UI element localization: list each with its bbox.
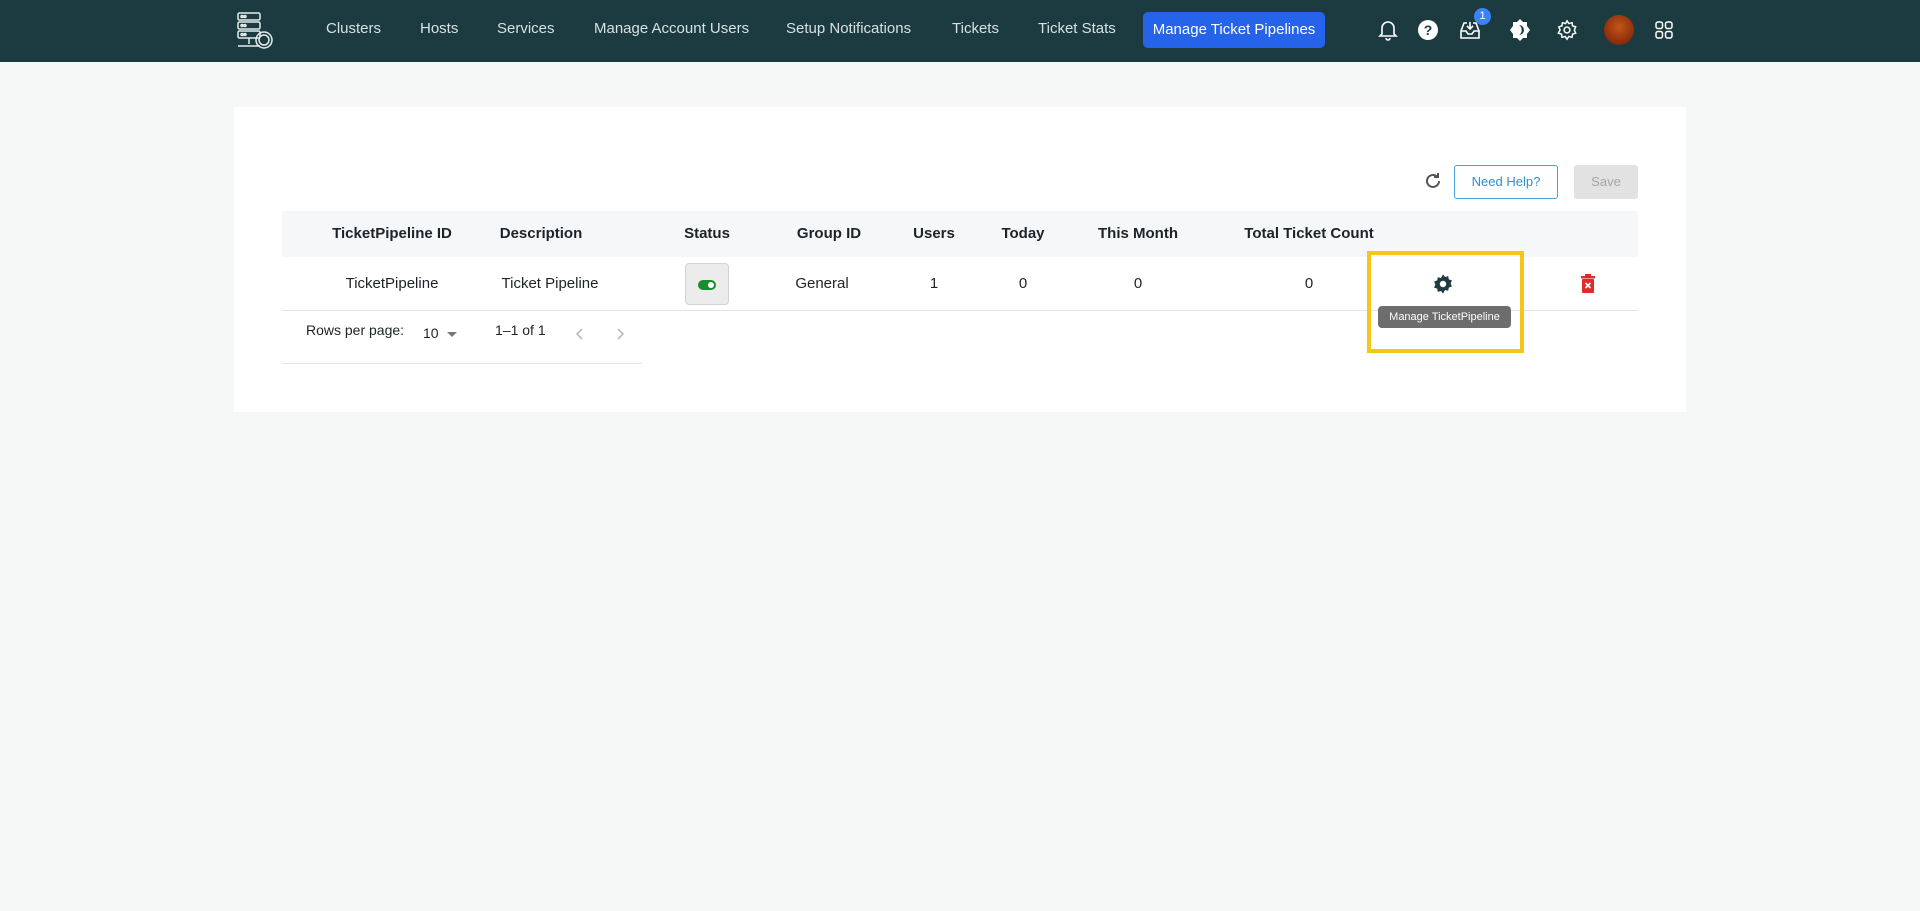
highlight-box [1367,251,1524,353]
need-help-button[interactable]: Need Help? [1454,165,1558,199]
rows-per-page-label: Rows per page: [306,322,405,338]
refresh-icon[interactable] [1422,170,1444,192]
cell-this-month: 0 [1133,275,1143,292]
next-page-icon[interactable] [612,326,628,342]
nav-hosts[interactable]: Hosts [420,20,458,37]
rows-per-page-select[interactable]: 10 [423,325,457,341]
top-navbar: Clusters Hosts Services Manage Account U… [0,0,1920,62]
cell-today: 0 [1018,275,1028,292]
rows-per-page-value: 10 [423,325,439,341]
status-toggle-button[interactable] [685,263,729,305]
settings-icon[interactable] [1554,17,1580,43]
save-button[interactable]: Save [1574,165,1638,199]
col-today[interactable]: Today [1001,225,1044,242]
theme-toggle-icon[interactable] [1507,17,1533,43]
nav-clusters[interactable]: Clusters [326,20,381,37]
pagination: Rows per page: 10 1–1 of 1 [282,311,642,364]
logo-icon[interactable] [236,10,274,50]
nav-tickets[interactable]: Tickets [952,20,999,37]
toggle-on-icon [698,280,716,290]
prev-page-icon[interactable] [572,326,588,342]
col-description[interactable]: Description [500,225,583,242]
page-range: 1–1 of 1 [495,322,546,338]
cell-total: 0 [1304,275,1314,292]
bell-icon[interactable] [1375,17,1401,43]
apps-grid-icon[interactable] [1651,17,1677,43]
col-status[interactable]: Status [684,225,730,242]
manage-pipeline-gear-icon[interactable] [1432,273,1454,295]
col-ticketpipeline-id[interactable]: TicketPipeline ID [332,225,452,242]
nav-services[interactable]: Services [497,20,555,37]
avatar[interactable] [1604,15,1634,45]
cell-description: Ticket Pipeline [501,275,599,292]
tooltip: Manage TicketPipeline [1378,306,1511,328]
nav-manage-ticket-pipelines[interactable]: Manage Ticket Pipelines [1143,12,1325,48]
nav-manage-account-users[interactable]: Manage Account Users [594,20,749,37]
inbox-badge: 1 [1474,8,1491,25]
nav-ticket-stats[interactable]: Ticket Stats [1038,20,1116,37]
col-this-month[interactable]: This Month [1098,225,1178,242]
svg-text:?: ? [1424,22,1433,38]
cell-users: 1 [929,275,939,292]
col-group-id[interactable]: Group ID [797,225,861,242]
cell-id: TicketPipeline [345,275,439,292]
col-total-ticket-count[interactable]: Total Ticket Count [1244,225,1373,242]
chevron-down-icon [446,331,457,337]
cell-group-id: General [795,275,849,292]
col-users[interactable]: Users [913,225,955,242]
delete-icon[interactable] [1579,274,1597,294]
help-icon[interactable]: ? [1415,17,1441,43]
nav-setup-notifications[interactable]: Setup Notifications [786,20,911,37]
